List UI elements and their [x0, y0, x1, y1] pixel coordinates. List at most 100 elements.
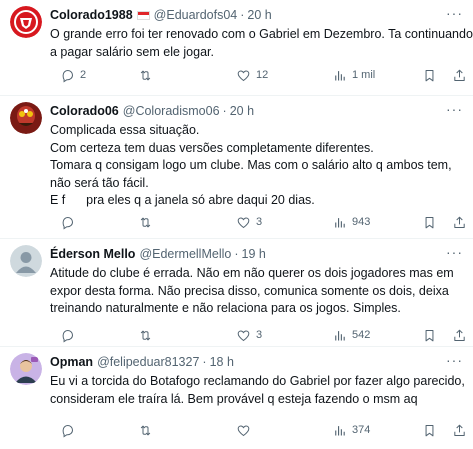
timestamp[interactable]: 20 h [247, 6, 271, 24]
reply-button[interactable]: 2 [60, 68, 86, 83]
like-button[interactable]: 3 [236, 215, 262, 230]
like-button[interactable] [236, 423, 256, 438]
tweet-text-line: a pagar salário sem ele jogar. [50, 44, 214, 59]
like-count: 3 [256, 329, 263, 341]
views-button[interactable]: 1 mil [332, 68, 375, 83]
like-count: 3 [256, 216, 263, 228]
reply-count: 2 [80, 69, 87, 81]
tweet-text-line: Complicada essa situação. [50, 123, 200, 137]
views-icon [335, 217, 345, 227]
reply-icon [62, 424, 74, 437]
tweet-text-line: E f pra eles q a janela só abre daqui 20… [50, 193, 315, 207]
share-button[interactable] [452, 423, 467, 438]
bookmark-icon [425, 329, 434, 341]
like-button[interactable]: 3 [236, 328, 262, 343]
share-icon [454, 424, 465, 436]
timestamp[interactable]: 19 h [242, 245, 266, 263]
share-icon [454, 69, 465, 81]
tweet-text-line: não será tão fácil. [50, 175, 149, 190]
tweet-text-line: Tomara q consigam logo um clube. Mas com… [50, 158, 452, 172]
retweet-button[interactable] [138, 68, 158, 83]
display-name[interactable]: Éderson Mello [50, 245, 135, 263]
reply-icon [62, 329, 74, 342]
tweet-text-line: consideram ele traíra lá. Bem provável q… [50, 391, 418, 406]
views-icon [335, 70, 345, 80]
like-button[interactable]: 12 [236, 68, 268, 83]
views-count: 374 [352, 424, 371, 436]
bookmark-button[interactable] [422, 423, 437, 438]
timestamp[interactable]: 20 h [230, 102, 254, 120]
bookmark-button[interactable] [422, 68, 437, 83]
views-icon [335, 330, 345, 340]
views-button[interactable]: 943 [332, 215, 370, 230]
bookmark-button[interactable] [422, 215, 437, 230]
bookmark-button[interactable] [422, 328, 437, 343]
reply-button[interactable] [60, 328, 80, 343]
tweet-4[interactable]: Opman @felipeduar81327 · 18 h ··· Eu vi … [0, 347, 473, 449]
reply-button[interactable] [60, 215, 80, 230]
tweet-2[interactable]: Colorado06 @Coloradismo06 · 20 h ··· Com… [0, 96, 473, 239]
bookmark-icon [425, 216, 434, 228]
views-button[interactable]: 374 [332, 423, 370, 438]
display-name[interactable]: Colorado1988 [50, 6, 133, 24]
heart-icon [237, 329, 250, 341]
action-bar: 374 [60, 421, 465, 439]
share-icon [454, 329, 465, 341]
retweet-button[interactable] [138, 215, 158, 230]
tweet-text: Eu vi a torcida do Botafogo reclamando d… [50, 373, 465, 408]
avatar[interactable] [10, 353, 42, 385]
separator-dot: · [222, 104, 227, 118]
action-bar: 3 943 [60, 213, 465, 231]
more-options-icon[interactable]: ··· [446, 102, 463, 116]
reply-button[interactable] [60, 423, 80, 438]
share-button[interactable] [452, 215, 467, 230]
views-count: 943 [352, 216, 371, 228]
share-icon [454, 216, 465, 228]
retweet-icon [140, 217, 151, 227]
tweet-text-line: O grande erro foi ter renovado com o Gab… [50, 27, 473, 41]
more-options-icon[interactable]: ··· [446, 6, 463, 20]
retweet-icon [140, 70, 151, 80]
separator-dot: · [234, 247, 239, 261]
views-button[interactable]: 542 [332, 328, 370, 343]
reply-icon [62, 216, 74, 229]
more-options-icon[interactable]: ··· [446, 353, 463, 367]
retweet-button[interactable] [138, 328, 158, 343]
separator-dot: · [240, 8, 245, 22]
retweet-icon [140, 425, 151, 435]
user-handle[interactable]: @Eduardofs04 [154, 6, 238, 24]
avatar[interactable] [10, 245, 42, 277]
share-button[interactable] [452, 68, 467, 83]
views-icon [335, 425, 345, 435]
more-options-icon[interactable]: ··· [446, 245, 463, 259]
action-bar: 2 12 1 mil [60, 66, 465, 84]
heart-icon [237, 69, 250, 81]
user-handle[interactable]: @Coloradismo06 [123, 102, 220, 120]
user-handle[interactable]: @EdermellMello [139, 245, 231, 263]
retweet-icon [140, 330, 151, 340]
reply-icon [62, 69, 74, 82]
display-name[interactable]: Opman [50, 353, 93, 371]
retweet-button[interactable] [138, 423, 158, 438]
avatar[interactable] [10, 102, 42, 134]
heart-icon [237, 424, 250, 436]
tweet-text: Atitude do clube é errada. Não em não qu… [50, 265, 465, 318]
tweet-1[interactable]: Colorado1988 @Eduardofs04 · 20 h ··· O g… [0, 0, 473, 96]
flag-icon [136, 10, 150, 20]
views-count: 1 mil [352, 69, 376, 81]
tweet-text: Complicada essa situação. Com certeza te… [50, 122, 465, 210]
tweet-text-line: Com certeza tem duas versões completamen… [50, 140, 374, 155]
user-handle[interactable]: @felipeduar81327 [97, 353, 199, 371]
tweet-3[interactable]: Éderson Mello @EdermellMello · 19 h ··· … [0, 239, 473, 347]
action-bar: 3 542 [60, 326, 465, 344]
avatar[interactable] [10, 6, 42, 38]
share-button[interactable] [452, 328, 467, 343]
display-name[interactable]: Colorado06 [50, 102, 119, 120]
tweet-text: O grande erro foi ter renovado com o Gab… [50, 26, 473, 61]
tweet-text-line: Atitude do clube é errada. Não em não qu… [50, 266, 454, 280]
timestamp[interactable]: 18 h [210, 353, 234, 371]
like-count: 12 [256, 69, 269, 81]
views-count: 542 [352, 329, 371, 341]
bookmark-icon [425, 424, 434, 436]
tweet-text-line: Eu vi a torcida do Botafogo reclamando d… [50, 374, 465, 388]
